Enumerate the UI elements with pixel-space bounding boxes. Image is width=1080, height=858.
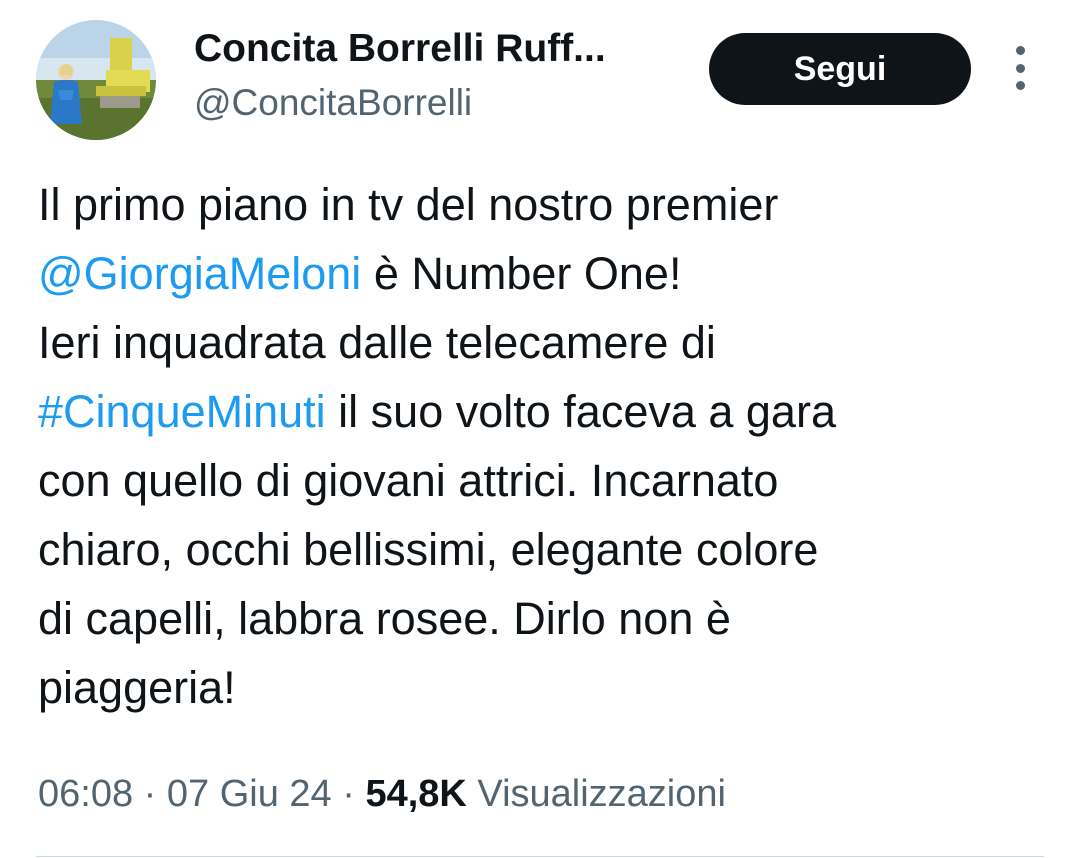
tweet-line: #CinqueMinuti il suo volto faceva a gara <box>38 377 1048 446</box>
tweet-line: di capelli, labbra rosee. Dirlo non è <box>38 584 1048 653</box>
tweet-line: Il primo piano in tv del nostro premier <box>38 170 1048 239</box>
tweet-text-segment: chiaro, occhi bellissimi, elegante color… <box>38 524 819 575</box>
more-dot <box>1015 63 1025 73</box>
mention-link[interactable]: @GiorgiaMeloni <box>38 248 361 299</box>
avatar-image <box>36 20 156 140</box>
more-dot <box>1015 81 1025 90</box>
tweet-time[interactable]: 06:08 <box>38 773 133 815</box>
more-vertical-icon[interactable] <box>1000 46 1040 90</box>
tweet-text-segment: il suo volto faceva a gara <box>325 386 836 437</box>
tweet-text-segment: Ieri inquadrata dalle telecamere di <box>38 317 716 368</box>
author-handle[interactable]: @ConcitaBorrelli <box>194 80 472 126</box>
tweet-text-segment: è Number One! <box>361 248 682 299</box>
tweet-line: con quello di giovani attrici. Incarnato <box>38 446 1048 515</box>
author-name[interactable]: Concita Borrelli Ruff... <box>194 26 606 72</box>
avatar[interactable] <box>36 20 156 140</box>
tweet: Concita Borrelli Ruff... @ConcitaBorrell… <box>0 0 1080 858</box>
meta-separator: · <box>133 773 167 815</box>
meta-separator: · <box>331 773 366 815</box>
follow-button[interactable]: Segui <box>709 33 971 105</box>
tweet-text-segment: Il primo piano in tv del nostro premier <box>38 179 779 230</box>
hashtag-link[interactable]: #CinqueMinuti <box>38 386 326 437</box>
tweet-line: Ieri inquadrata dalle telecamere di <box>38 308 1048 377</box>
tweet-text-segment: piaggeria! <box>38 662 236 713</box>
tweet-text-segment: di capelli, labbra rosee. Dirlo non è <box>38 593 731 644</box>
tweet-text: Il primo piano in tv del nostro premier … <box>38 170 1048 722</box>
tweet-text-segment: con quello di giovani attrici. Incarnato <box>38 455 779 506</box>
divider <box>36 856 1044 857</box>
more-dot <box>1015 46 1025 55</box>
tweet-line: chiaro, occhi bellissimi, elegante color… <box>38 515 1048 584</box>
tweet-line: @GiorgiaMeloni è Number One! <box>38 239 1048 308</box>
tweet-date[interactable]: 07 Giu 24 <box>167 773 332 815</box>
tweet-line: piaggeria! <box>38 653 1048 722</box>
views-count: 54,8K <box>365 773 467 815</box>
tweet-meta: 06:08 · 07 Giu 24 · 54,8K Visualizzazion… <box>38 768 726 820</box>
views-label: Visualizzazioni <box>477 773 726 815</box>
